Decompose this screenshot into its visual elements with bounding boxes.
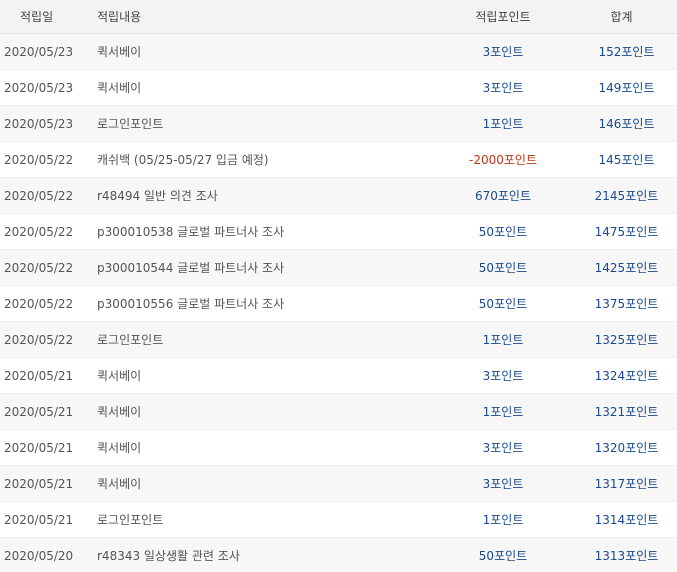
row-total: 1325포인트 — [594, 333, 659, 347]
row-date: 2020/05/23 — [4, 44, 74, 59]
row-description: p300010538 글로벌 파트너사 조사 — [97, 225, 285, 239]
row-total: 146포인트 — [598, 117, 655, 131]
row-date: 2020/05/22 — [4, 260, 74, 275]
row-total: 1475포인트 — [594, 225, 659, 239]
row-points: 3포인트 — [482, 369, 524, 383]
table-row: 2020/05/21 로그인포인트 1포인트 1314포인트 — [0, 502, 677, 538]
row-total: 1321포인트 — [594, 405, 659, 419]
row-points: 1포인트 — [482, 333, 524, 347]
table-row: 2020/05/22 p300010556 글로벌 파트너사 조사 50포인트 137… — [0, 286, 677, 322]
table-row: 2020/05/22 로그인포인트 1포인트 1325포인트 — [0, 322, 677, 358]
row-total: 1324포인트 — [594, 369, 659, 383]
row-date: 2020/05/21 — [4, 440, 74, 455]
row-points: -2000포인트 — [469, 153, 537, 167]
row-points: 670포인트 — [474, 189, 532, 203]
row-description: p300010544 글로벌 파트너사 조사 — [97, 261, 285, 275]
row-description: r48494 일반 의견 조사 — [97, 189, 218, 203]
table-row: 2020/05/23 퀵서베이 3포인트 152포인트 — [0, 34, 677, 70]
row-date: 2020/05/22 — [4, 224, 74, 239]
row-description: 퀵서베이 — [97, 477, 142, 491]
row-points: 3포인트 — [482, 441, 524, 455]
row-description: 퀵서베이 — [97, 441, 142, 455]
row-points: 50포인트 — [478, 297, 528, 311]
row-points: 1포인트 — [482, 513, 524, 527]
row-description: 캐쉬백 (05/25-05/27 입금 예정) — [97, 153, 269, 167]
row-description: 퀵서베이 — [97, 81, 142, 95]
points-history-table: 적립일 적립내용 적립포인트 합계 2020/05/23 퀵서베이 3포인트 152포… — [0, 0, 677, 572]
row-points: 3포인트 — [482, 45, 524, 59]
row-points: 3포인트 — [482, 81, 524, 95]
table-row: 2020/05/21 퀵서베이 3포인트 1324포인트 — [0, 358, 677, 394]
row-date: 2020/05/22 — [4, 188, 74, 203]
row-total: 2145포인트 — [594, 189, 659, 203]
table-header: 적립일 적립내용 적립포인트 합계 — [0, 0, 677, 34]
row-date: 2020/05/23 — [4, 116, 74, 131]
row-date: 2020/05/21 — [4, 368, 74, 383]
row-description: 퀵서베이 — [97, 45, 142, 59]
row-date: 2020/05/22 — [4, 152, 74, 167]
row-total: 145포인트 — [598, 153, 655, 167]
row-date: 2020/05/21 — [4, 476, 74, 491]
table-row: 2020/05/23 퀵서베이 3포인트 149포인트 — [0, 70, 677, 106]
row-total: 1320포인트 — [594, 441, 659, 455]
header-description: 적립내용 — [97, 10, 142, 24]
row-total: 152포인트 — [598, 45, 655, 59]
table-row: 2020/05/21 퀵서베이 3포인트 1317포인트 — [0, 466, 677, 502]
row-points: 50포인트 — [478, 261, 528, 275]
row-date: 2020/05/21 — [4, 404, 74, 419]
table-row: 2020/05/22 p300010544 글로벌 파트너사 조사 50포인트 142… — [0, 250, 677, 286]
table-row: 2020/05/22 p300010538 글로벌 파트너사 조사 50포인트 147… — [0, 214, 677, 250]
row-points: 50포인트 — [478, 225, 528, 239]
row-date: 2020/05/23 — [4, 80, 74, 95]
row-points: 3포인트 — [482, 477, 524, 491]
row-date: 2020/05/22 — [4, 332, 74, 347]
header-points: 적립포인트 — [475, 10, 531, 24]
table-row: 2020/05/20 r48343 일상생활 관련 조사 50포인트 1313포인트 — [0, 538, 677, 572]
row-description: 퀵서베이 — [97, 405, 142, 419]
row-total: 149포인트 — [598, 81, 655, 95]
table-row: 2020/05/21 퀵서베이 3포인트 1320포인트 — [0, 430, 677, 466]
header-total: 합계 — [610, 10, 633, 24]
row-total: 1317포인트 — [594, 477, 659, 491]
row-description: 로그인포인트 — [97, 117, 164, 131]
row-description: 로그인포인트 — [97, 333, 164, 347]
table-row: 2020/05/23 로그인포인트 1포인트 146포인트 — [0, 106, 677, 142]
row-total: 1375포인트 — [594, 297, 659, 311]
row-description: 퀵서베이 — [97, 369, 142, 383]
row-total: 1313포인트 — [594, 549, 659, 563]
table-row: 2020/05/21 퀵서베이 1포인트 1321포인트 — [0, 394, 677, 430]
table-row: 2020/05/22 r48494 일반 의견 조사 670포인트 2145포인트 — [0, 178, 677, 214]
row-date: 2020/05/20 — [4, 548, 74, 563]
row-description: p300010556 글로벌 파트너사 조사 — [97, 297, 285, 311]
table-body: 2020/05/23 퀵서베이 3포인트 152포인트 2020/05/23 퀵서베이 3포… — [0, 34, 677, 572]
row-total: 1425포인트 — [594, 261, 659, 275]
row-total: 1314포인트 — [594, 513, 659, 527]
header-date: 적립일 — [20, 10, 54, 24]
row-description: 로그인포인트 — [97, 513, 164, 527]
table-row: 2020/05/22 캐쉬백 (05/25-05/27 입금 예정) -2000포인… — [0, 142, 677, 178]
row-points: 50포인트 — [478, 549, 528, 563]
row-points: 1포인트 — [482, 117, 524, 131]
row-date: 2020/05/21 — [4, 512, 74, 527]
row-points: 1포인트 — [482, 405, 524, 419]
row-description: r48343 일상생활 관련 조사 — [97, 549, 240, 563]
row-date: 2020/05/22 — [4, 296, 74, 311]
